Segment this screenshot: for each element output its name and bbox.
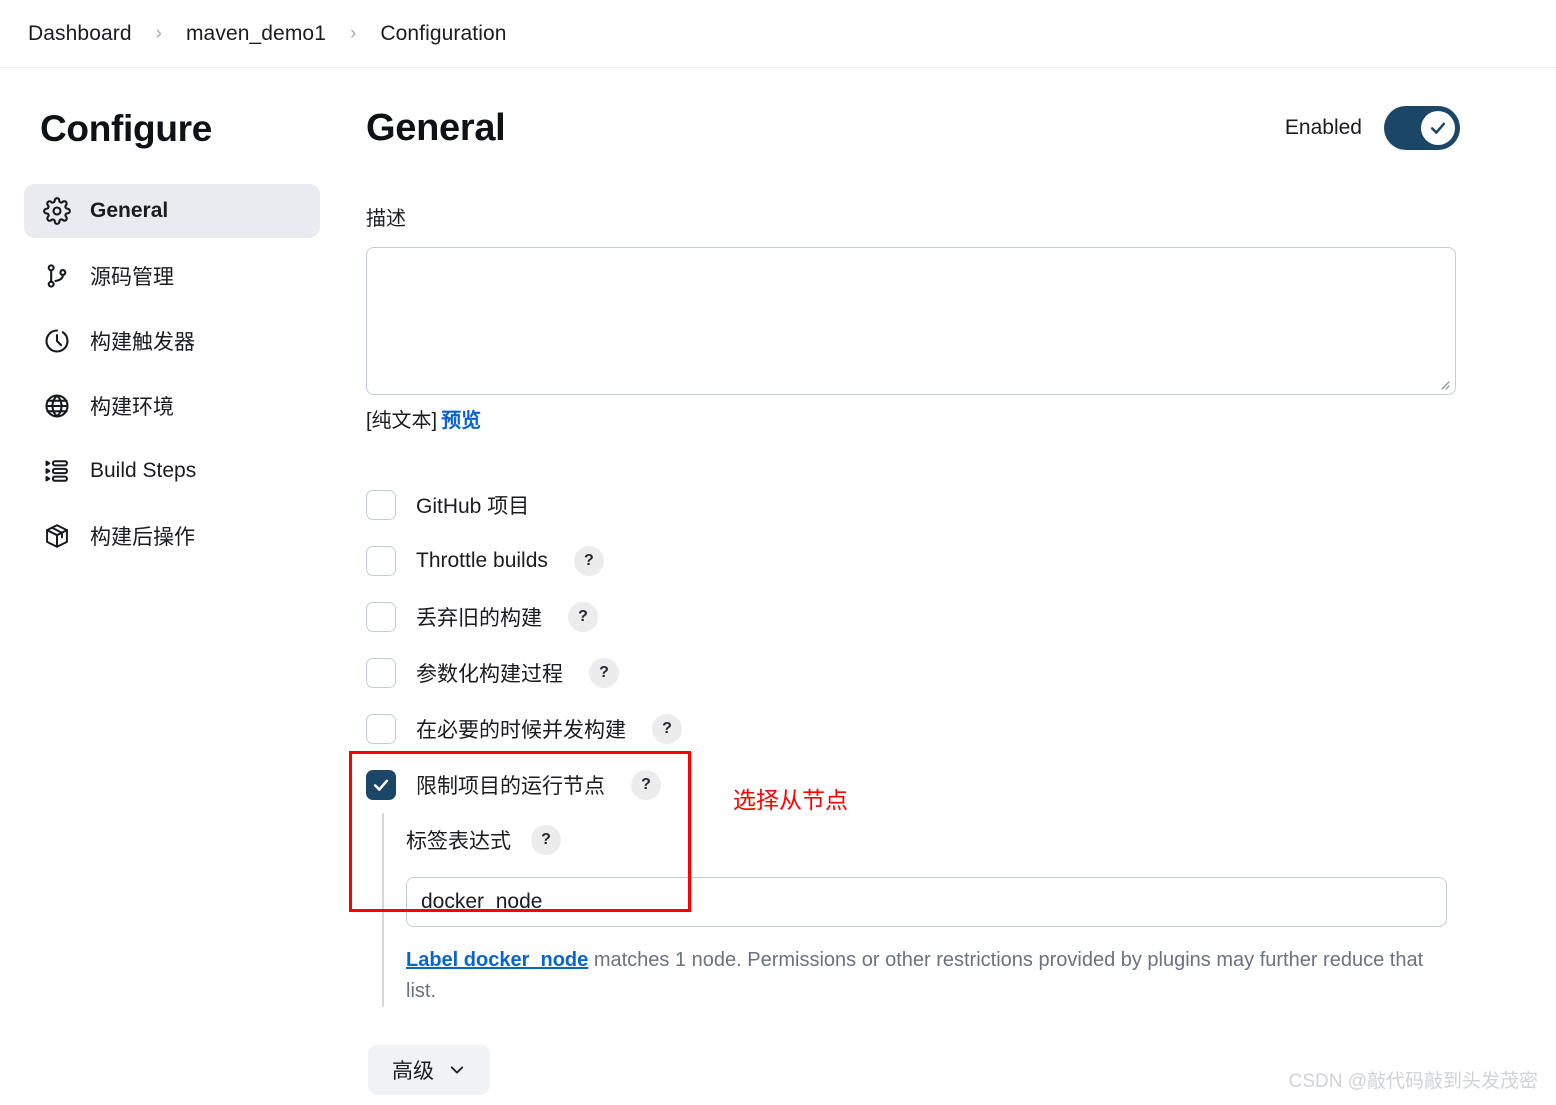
option-label: 限制项目的运行节点	[416, 775, 605, 798]
preview-link[interactable]: 预览	[441, 410, 481, 432]
sidebar-item-build-environment[interactable]: 构建环境	[24, 379, 320, 433]
option-parameterized-build[interactable]: 参数化构建过程 ?	[366, 645, 1460, 701]
plain-text-row: [纯文本] 预览	[366, 404, 1460, 433]
package-icon	[42, 521, 72, 551]
main-content: General Enabled 描述 [纯文本] 预览 GitHub 项目 Th…	[349, 102, 1556, 1095]
description-textarea[interactable]	[366, 247, 1456, 395]
sidebar-item-build-triggers[interactable]: 构建触发器	[24, 314, 320, 368]
label-expression-header: 标签表达式 ?	[406, 815, 1460, 865]
checkbox[interactable]	[366, 602, 396, 632]
page-title: General	[366, 106, 506, 149]
option-throttle-builds[interactable]: Throttle builds ?	[366, 533, 1460, 589]
breadcrumb: Dashboard › maven_demo1 › Configuration	[0, 0, 1556, 68]
breadcrumb-separator: ›	[350, 23, 357, 44]
option-restrict-where-project-can-run[interactable]: 限制项目的运行节点 ?	[366, 757, 1460, 813]
option-concurrent-builds[interactable]: 在必要的时候并发构建 ?	[366, 701, 1460, 757]
label-expression-group: 标签表达式 ? Label docker_node matches 1 node…	[382, 813, 1460, 1007]
breadcrumb-item-maven-demo1[interactable]: maven_demo1	[180, 20, 332, 48]
sidebar-item-label: General	[90, 199, 169, 222]
option-label: 参数化构建过程	[416, 663, 563, 686]
sidebar-item-general[interactable]: General	[24, 184, 320, 238]
git-branch-icon	[42, 261, 72, 291]
list-steps-icon	[42, 456, 72, 486]
help-icon[interactable]: ?	[652, 714, 682, 744]
restrict-node-section: 选择从节点 限制项目的运行节点 ? 标签表达式 ? Label do	[349, 751, 1460, 1007]
enabled-control: Enabled	[1285, 106, 1460, 150]
options-list: GitHub 项目 Throttle builds ? 丢弃旧的构建 ? 参数化…	[349, 477, 1460, 1007]
sidebar-item-post-build-actions[interactable]: 构建后操作	[24, 509, 320, 563]
gear-icon	[42, 196, 72, 226]
sidebar: Configure General 源码管理 构建触发器 构建环境 Build …	[0, 102, 352, 1095]
sidebar-item-source-code-management[interactable]: 源码管理	[24, 249, 320, 303]
label-expression-input[interactable]	[406, 877, 1447, 927]
clock-icon	[42, 326, 72, 356]
help-icon[interactable]: ?	[573, 546, 604, 576]
description-label: 描述	[366, 208, 406, 230]
option-label: Throttle builds	[416, 549, 548, 572]
breadcrumb-separator: ›	[155, 23, 162, 44]
breadcrumb-item-configuration[interactable]: Configuration	[374, 20, 512, 48]
advanced-button-label: 高级	[392, 1060, 434, 1083]
resize-handle-icon	[1434, 374, 1450, 390]
plain-text-marker: [纯文本]	[366, 410, 438, 432]
label-match-link[interactable]: Label docker_node	[406, 949, 588, 971]
option-label: 在必要的时候并发构建	[416, 719, 626, 742]
sidebar-item-build-steps[interactable]: Build Steps	[24, 444, 320, 498]
checkbox[interactable]	[366, 770, 396, 800]
enabled-toggle[interactable]	[1384, 106, 1460, 150]
checkbox[interactable]	[366, 490, 396, 520]
main-header: General Enabled	[366, 102, 1460, 150]
checkbox[interactable]	[366, 714, 396, 744]
sidebar-item-label: 源码管理	[90, 266, 174, 289]
csdn-watermark: CSDN @敲代码敲到头发茂密	[1288, 1071, 1538, 1092]
sidebar-item-label: 构建触发器	[90, 331, 195, 354]
option-label: 丢弃旧的构建	[416, 607, 542, 630]
sidebar-item-label: 构建环境	[90, 396, 174, 419]
advanced-button[interactable]: 高级	[368, 1045, 490, 1095]
sidebar-title: Configure	[40, 108, 213, 149]
label-match-message: Label docker_node matches 1 node. Permis…	[406, 945, 1446, 1007]
option-label: GitHub 项目	[416, 495, 530, 518]
help-icon[interactable]: ?	[568, 602, 598, 632]
checkbox[interactable]	[366, 546, 396, 576]
sidebar-item-label: 构建后操作	[90, 526, 195, 549]
annotation-text: 选择从节点	[733, 787, 848, 813]
chevron-down-icon	[448, 1061, 466, 1079]
help-icon[interactable]: ?	[589, 658, 619, 688]
sidebar-item-label: Build Steps	[90, 459, 197, 482]
toggle-knob	[1421, 111, 1455, 145]
help-icon[interactable]: ?	[531, 825, 561, 855]
option-discard-old-builds[interactable]: 丢弃旧的构建 ?	[366, 589, 1460, 645]
help-icon[interactable]: ?	[631, 770, 661, 800]
globe-icon	[42, 391, 72, 421]
checkbox[interactable]	[366, 658, 396, 688]
option-github-project[interactable]: GitHub 项目	[366, 477, 1460, 533]
label-expression-label: 标签表达式	[406, 830, 511, 853]
breadcrumb-item-dashboard[interactable]: Dashboard	[22, 20, 138, 48]
enabled-label: Enabled	[1284, 116, 1362, 139]
page-body: Configure General 源码管理 构建触发器 构建环境 Build …	[0, 68, 1556, 1095]
